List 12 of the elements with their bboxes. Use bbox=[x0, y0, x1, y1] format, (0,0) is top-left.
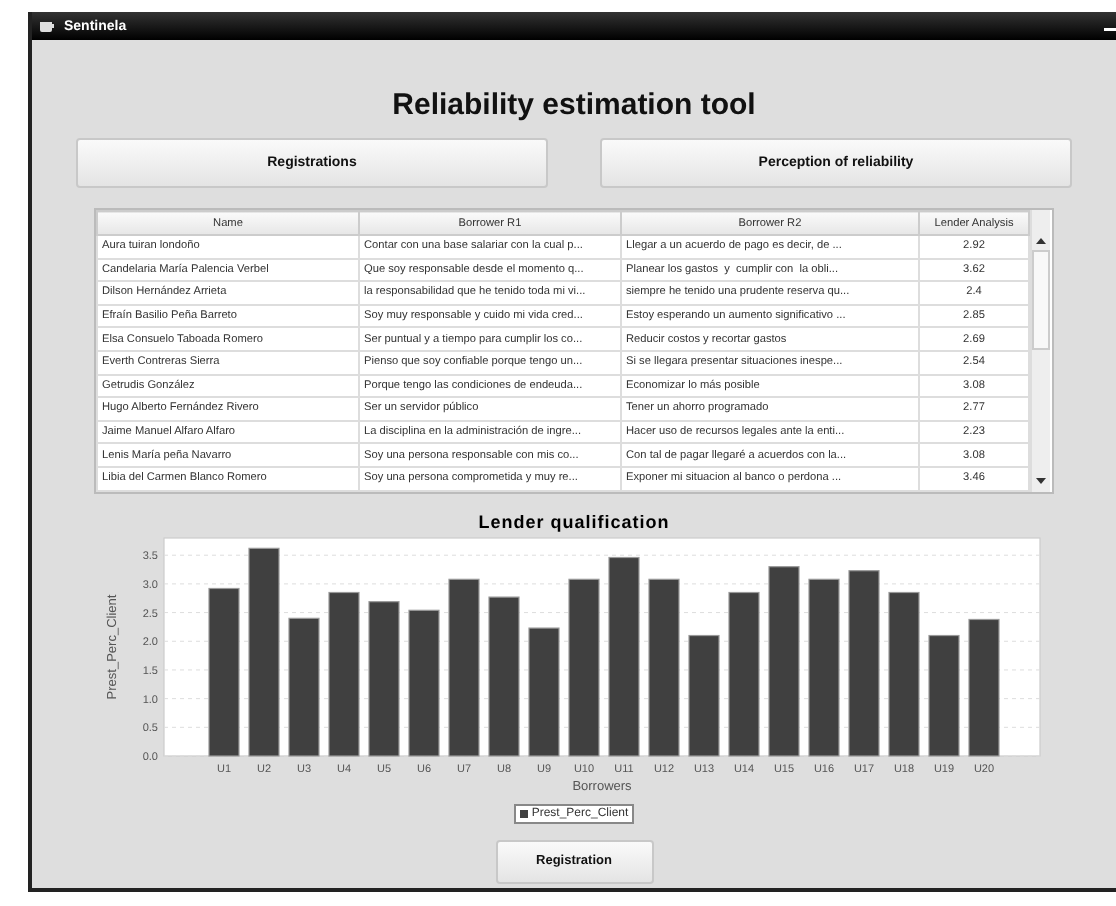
scroll-thumb[interactable] bbox=[1032, 250, 1050, 350]
bar bbox=[288, 616, 320, 756]
scroll-up-icon[interactable] bbox=[1034, 234, 1048, 246]
vertical-scrollbar[interactable] bbox=[1030, 210, 1050, 492]
scroll-down-icon[interactable] bbox=[1034, 475, 1048, 488]
bar bbox=[968, 617, 1000, 756]
bar bbox=[528, 626, 560, 756]
bar bbox=[688, 634, 720, 756]
bar bbox=[928, 634, 960, 756]
coffee-cup-icon bbox=[38, 19, 56, 33]
chart-title: Lender qualification bbox=[478, 511, 670, 532]
page-heading: Reliability estimation tool bbox=[392, 88, 756, 122]
